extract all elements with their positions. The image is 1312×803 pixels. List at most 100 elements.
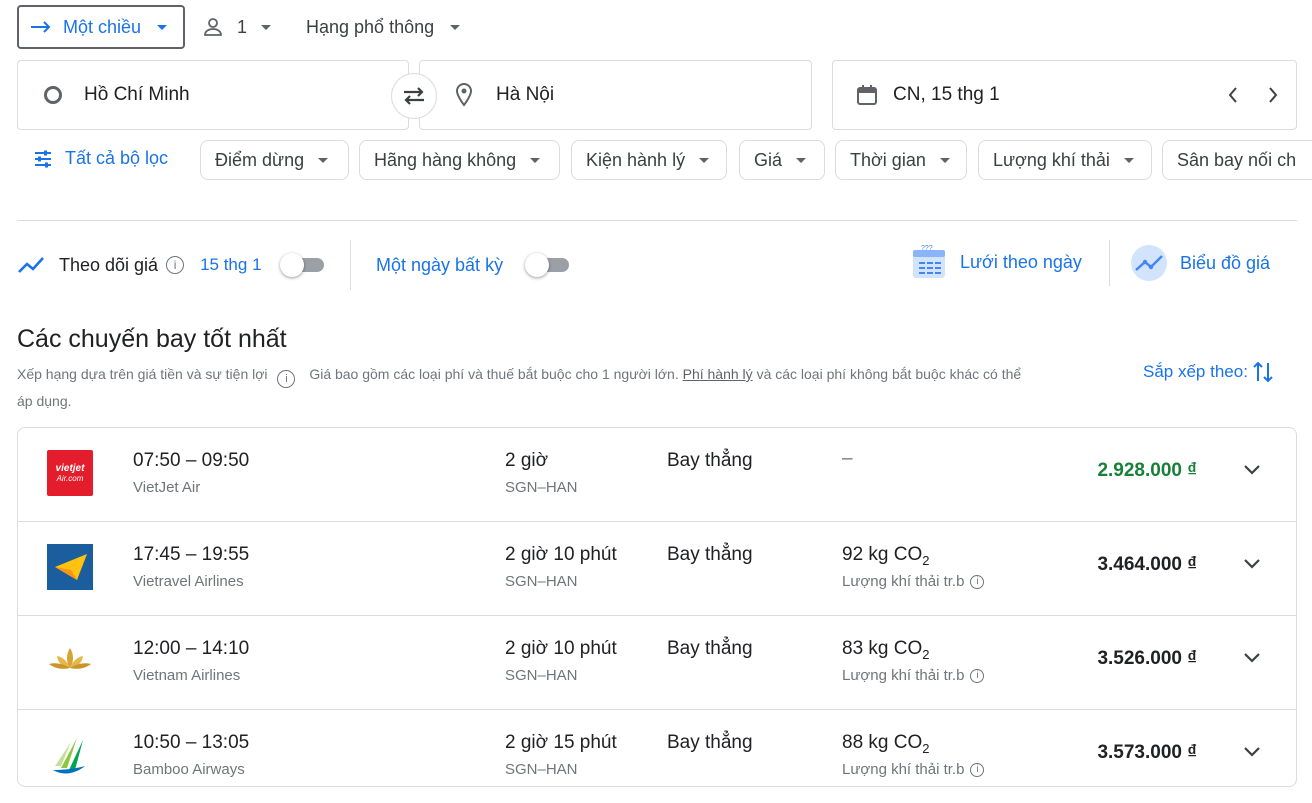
chevron-down-icon xyxy=(939,157,950,163)
flight-emissions: 88 kg CO2 xyxy=(842,732,930,756)
flight-times: 10:50 – 13:05 xyxy=(133,732,250,753)
flight-stops: Bay thẳng xyxy=(667,732,753,753)
airline-name: Bamboo Airways xyxy=(133,761,245,778)
filter-label: Lượng khí thải xyxy=(993,149,1110,170)
filter-label: Hãng hàng không xyxy=(374,149,517,170)
expand-button[interactable] xyxy=(1241,552,1263,579)
airline-name: Vietravel Airlines xyxy=(133,573,244,590)
chevron-down-icon xyxy=(796,157,807,163)
flight-emissions: – xyxy=(842,448,853,469)
expand-button[interactable] xyxy=(1241,458,1263,485)
flight-times: 07:50 – 09:50 xyxy=(133,450,250,471)
info-icon[interactable]: i xyxy=(970,762,985,777)
flight-row[interactable]: vietjet Air.com 07:50 – 09:50 VietJet Ai… xyxy=(17,428,1297,522)
cabin-class-label: Hạng phổ thông xyxy=(306,16,435,37)
sort-button[interactable]: Sắp xếp theo: xyxy=(1143,359,1274,385)
airline-name: Vietnam Airlines xyxy=(133,667,241,684)
filter-times[interactable]: Thời gian xyxy=(835,140,967,180)
flight-price: 2.928.000 ₫ xyxy=(1097,460,1197,481)
all-filters-label: Tất cả bộ lọc xyxy=(65,148,169,168)
vertical-divider xyxy=(350,240,351,290)
results-subtitle: Xếp hạng dựa trên giá tiền và sự tiện lợ… xyxy=(17,361,1137,414)
date-value: CN, 15 thg 1 xyxy=(893,84,1000,105)
trending-icon xyxy=(18,257,44,273)
passengers-dropdown[interactable]: 1 xyxy=(203,15,272,39)
flight-route: SGN–HAN xyxy=(505,573,578,590)
swap-button[interactable] xyxy=(391,73,437,119)
chevron-left-icon xyxy=(1228,87,1237,103)
filter-label: Điểm dừng xyxy=(215,149,305,170)
origin-field[interactable]: Hồ Chí Minh xyxy=(17,60,409,130)
chevron-down-icon xyxy=(261,24,272,30)
track-prices-section: Theo dõi giá i 15 thg 1 xyxy=(17,252,262,278)
flight-duration: 2 giờ 10 phút xyxy=(505,544,617,565)
bamboo-airways-logo xyxy=(47,732,93,778)
sort-arrows-icon xyxy=(1253,361,1273,383)
filter-label: Kiện hành lý xyxy=(586,149,686,170)
filter-connecting-airports[interactable]: Sân bay nối ch xyxy=(1162,140,1312,180)
flight-emissions: 92 kg CO2 xyxy=(842,544,930,568)
filter-label: Giá xyxy=(754,149,783,170)
track-prices-toggle[interactable] xyxy=(280,253,324,277)
flight-emissions: 83 kg CO2 xyxy=(842,638,930,662)
price-graph-button[interactable]: Biểu đồ giá xyxy=(1130,244,1270,282)
flight-row[interactable]: 12:00 – 14:10 Vietnam Airlines 2 giờ 10 … xyxy=(17,615,1297,709)
flight-price: 3.526.000 ₫ xyxy=(1097,648,1197,669)
date-grid-label: Lưới theo ngày xyxy=(960,251,1082,272)
filter-emissions[interactable]: Lượng khí thải xyxy=(978,140,1152,180)
filter-bags[interactable]: Kiện hành lý xyxy=(571,140,727,180)
vertical-divider xyxy=(1109,240,1110,286)
previous-date-button[interactable] xyxy=(1226,84,1240,111)
flight-row[interactable]: 17:45 – 19:55 Vietravel Airlines 2 giờ 1… xyxy=(17,521,1297,615)
filter-label: Sân bay nối ch xyxy=(1177,149,1297,170)
date-grid-icon: ??? xyxy=(913,245,945,278)
baggage-fees-link[interactable]: Phí hành lý xyxy=(683,366,753,382)
price-graph-icon xyxy=(1131,245,1167,281)
any-date-label: Một ngày bất kỳ xyxy=(376,255,504,275)
price-note-3: áp dụng. xyxy=(17,393,72,409)
tune-icon xyxy=(35,150,51,167)
trip-type-label: Một chiều xyxy=(63,16,142,37)
flight-stops: Bay thẳng xyxy=(667,544,753,565)
price-note: Giá bao gồm các loại phí và thuế bắt buộ… xyxy=(309,366,679,382)
filter-airlines[interactable]: Hãng hàng không xyxy=(359,140,560,180)
airline-name: VietJet Air xyxy=(133,479,201,496)
flight-route: SGN–HAN xyxy=(505,479,578,496)
divider xyxy=(17,220,1297,221)
results-heading: Các chuyến bay tốt nhất xyxy=(17,325,287,353)
destination-value: Hà Nội xyxy=(496,84,555,105)
date-field[interactable]: CN, 15 thg 1 xyxy=(832,60,1297,130)
filter-stops[interactable]: Điểm dừng xyxy=(200,140,349,180)
arrow-right-icon xyxy=(31,21,51,33)
destination-field[interactable]: Hà Nội xyxy=(419,60,812,130)
flight-duration: 2 giờ 10 phút xyxy=(505,638,617,659)
flight-price: 3.464.000 ₫ xyxy=(1097,554,1197,575)
info-icon[interactable]: i xyxy=(970,574,985,589)
chevron-down-icon xyxy=(1244,559,1260,569)
track-date: 15 thg 1 xyxy=(200,255,262,274)
expand-button[interactable] xyxy=(1241,740,1263,767)
chevron-right-icon xyxy=(1269,87,1278,103)
vietjet-logo: vietjet Air.com xyxy=(47,450,93,496)
chevron-down-icon xyxy=(318,157,329,163)
track-prices-label: Theo dõi giá xyxy=(59,254,159,275)
date-grid-button[interactable]: ??? Lưới theo ngày xyxy=(912,244,1082,280)
vietnam-airlines-logo xyxy=(47,638,93,684)
origin-value: Hồ Chí Minh xyxy=(84,84,190,105)
info-icon[interactable]: i xyxy=(277,370,296,388)
chevron-down-icon xyxy=(1244,653,1260,663)
info-icon[interactable]: i xyxy=(166,256,185,274)
all-filters-button[interactable]: Tất cả bộ lọc xyxy=(33,148,168,169)
filter-price[interactable]: Giá xyxy=(739,140,825,180)
swap-arrows-icon xyxy=(404,87,424,105)
cabin-class-dropdown[interactable]: Hạng phổ thông xyxy=(306,15,461,39)
expand-button[interactable] xyxy=(1241,646,1263,673)
location-pin-icon xyxy=(455,82,473,107)
info-icon[interactable]: i xyxy=(970,668,985,683)
next-date-button[interactable] xyxy=(1266,84,1280,111)
flight-row[interactable]: 10:50 – 13:05 Bamboo Airways 2 giờ 15 ph… xyxy=(17,709,1297,803)
trip-type-dropdown[interactable]: Một chiều xyxy=(17,5,185,49)
any-date-toggle[interactable] xyxy=(525,253,569,277)
price-note-2: và các loại phí không bắt buộc khác có t… xyxy=(756,366,1022,382)
flight-route: SGN–HAN xyxy=(505,667,578,684)
